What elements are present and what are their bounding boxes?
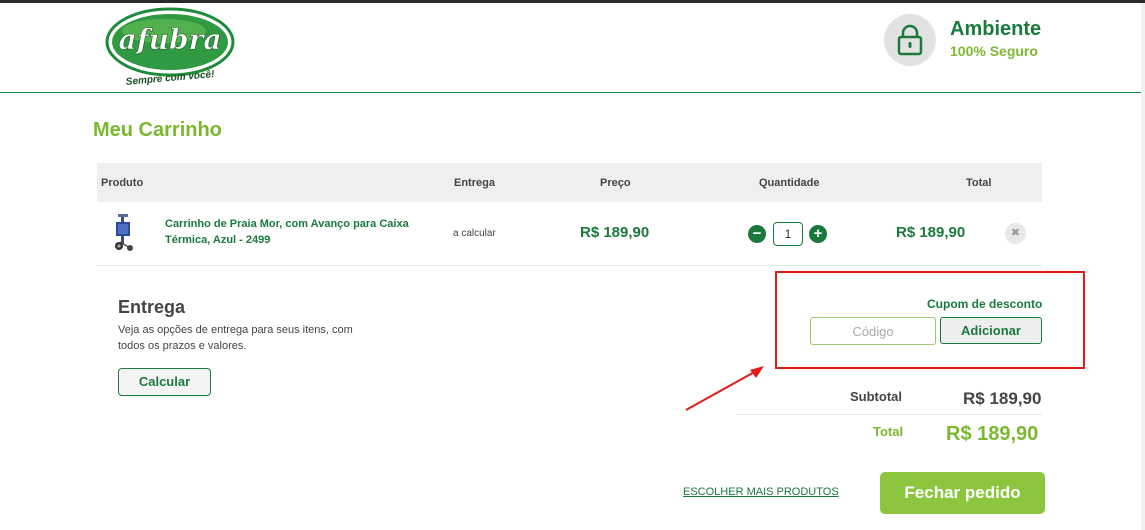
secure-subtitle: 100% Seguro xyxy=(950,43,1038,59)
product-price: R$ 189,90 xyxy=(580,224,650,241)
grand-total-value: R$ 189,90 xyxy=(946,423,1039,445)
add-coupon-button[interactable]: Adicionar xyxy=(940,317,1042,344)
subtotal-value: R$ 189,90 xyxy=(963,389,1042,408)
coupon-code-input[interactable] xyxy=(810,317,936,345)
scrollbar[interactable] xyxy=(1141,3,1145,530)
afubra-logo[interactable]: afubra Sempre com você! xyxy=(100,5,240,85)
remove-item-button[interactable]: ✖ xyxy=(1005,223,1026,244)
secure-title: Ambiente xyxy=(950,18,1042,40)
header-total: Total xyxy=(966,177,992,189)
cart-item-row: Carrinho de Praia Mor, com Avanço para C… xyxy=(97,202,1042,266)
quantity-input[interactable] xyxy=(773,222,803,246)
header-price: Preço xyxy=(600,177,631,189)
product-total: R$ 189,90 xyxy=(896,224,966,241)
delivery-description: Veja as opções de entrega para seus iten… xyxy=(118,324,353,352)
product-name-link[interactable]: Carrinho de Praia Mor, com Avanço para C… xyxy=(165,216,425,248)
beach-cart-icon xyxy=(115,214,133,251)
subtotal-label: Subtotal xyxy=(850,389,902,404)
cart-table-header: Produto Entrega Preço Quantidade Total xyxy=(97,163,1042,202)
logo-graphic: afubra Sempre com você! xyxy=(105,7,235,85)
site-header: afubra Sempre com você! Ambiente 100% Se… xyxy=(0,3,1145,93)
header-delivery: Entrega xyxy=(454,177,495,189)
summary-divider xyxy=(737,414,1042,415)
header-quantity: Quantidade xyxy=(759,177,820,189)
increase-quantity-button[interactable]: + xyxy=(809,225,827,243)
product-delivery: a calcular xyxy=(453,228,496,239)
header-product: Produto xyxy=(101,177,144,189)
delivery-title: Entrega xyxy=(118,297,186,317)
annotation-arrow-icon xyxy=(685,366,764,411)
svg-text:afubra: afubra xyxy=(118,23,221,56)
calculate-delivery-button[interactable]: Calcular xyxy=(118,368,211,396)
product-image[interactable] xyxy=(112,212,136,252)
checkout-button[interactable]: Fechar pedido xyxy=(880,472,1045,514)
lock-icon xyxy=(897,24,923,56)
coupon-label: Cupom de desconto xyxy=(927,297,1043,311)
page-title: Meu Carrinho xyxy=(93,119,222,141)
security-badge xyxy=(884,14,936,66)
grand-total-label: Total xyxy=(873,424,904,439)
decrease-quantity-button[interactable]: − xyxy=(748,225,766,243)
choose-more-products-link[interactable]: ESCOLHER MAIS PRODUTOS xyxy=(683,486,839,498)
